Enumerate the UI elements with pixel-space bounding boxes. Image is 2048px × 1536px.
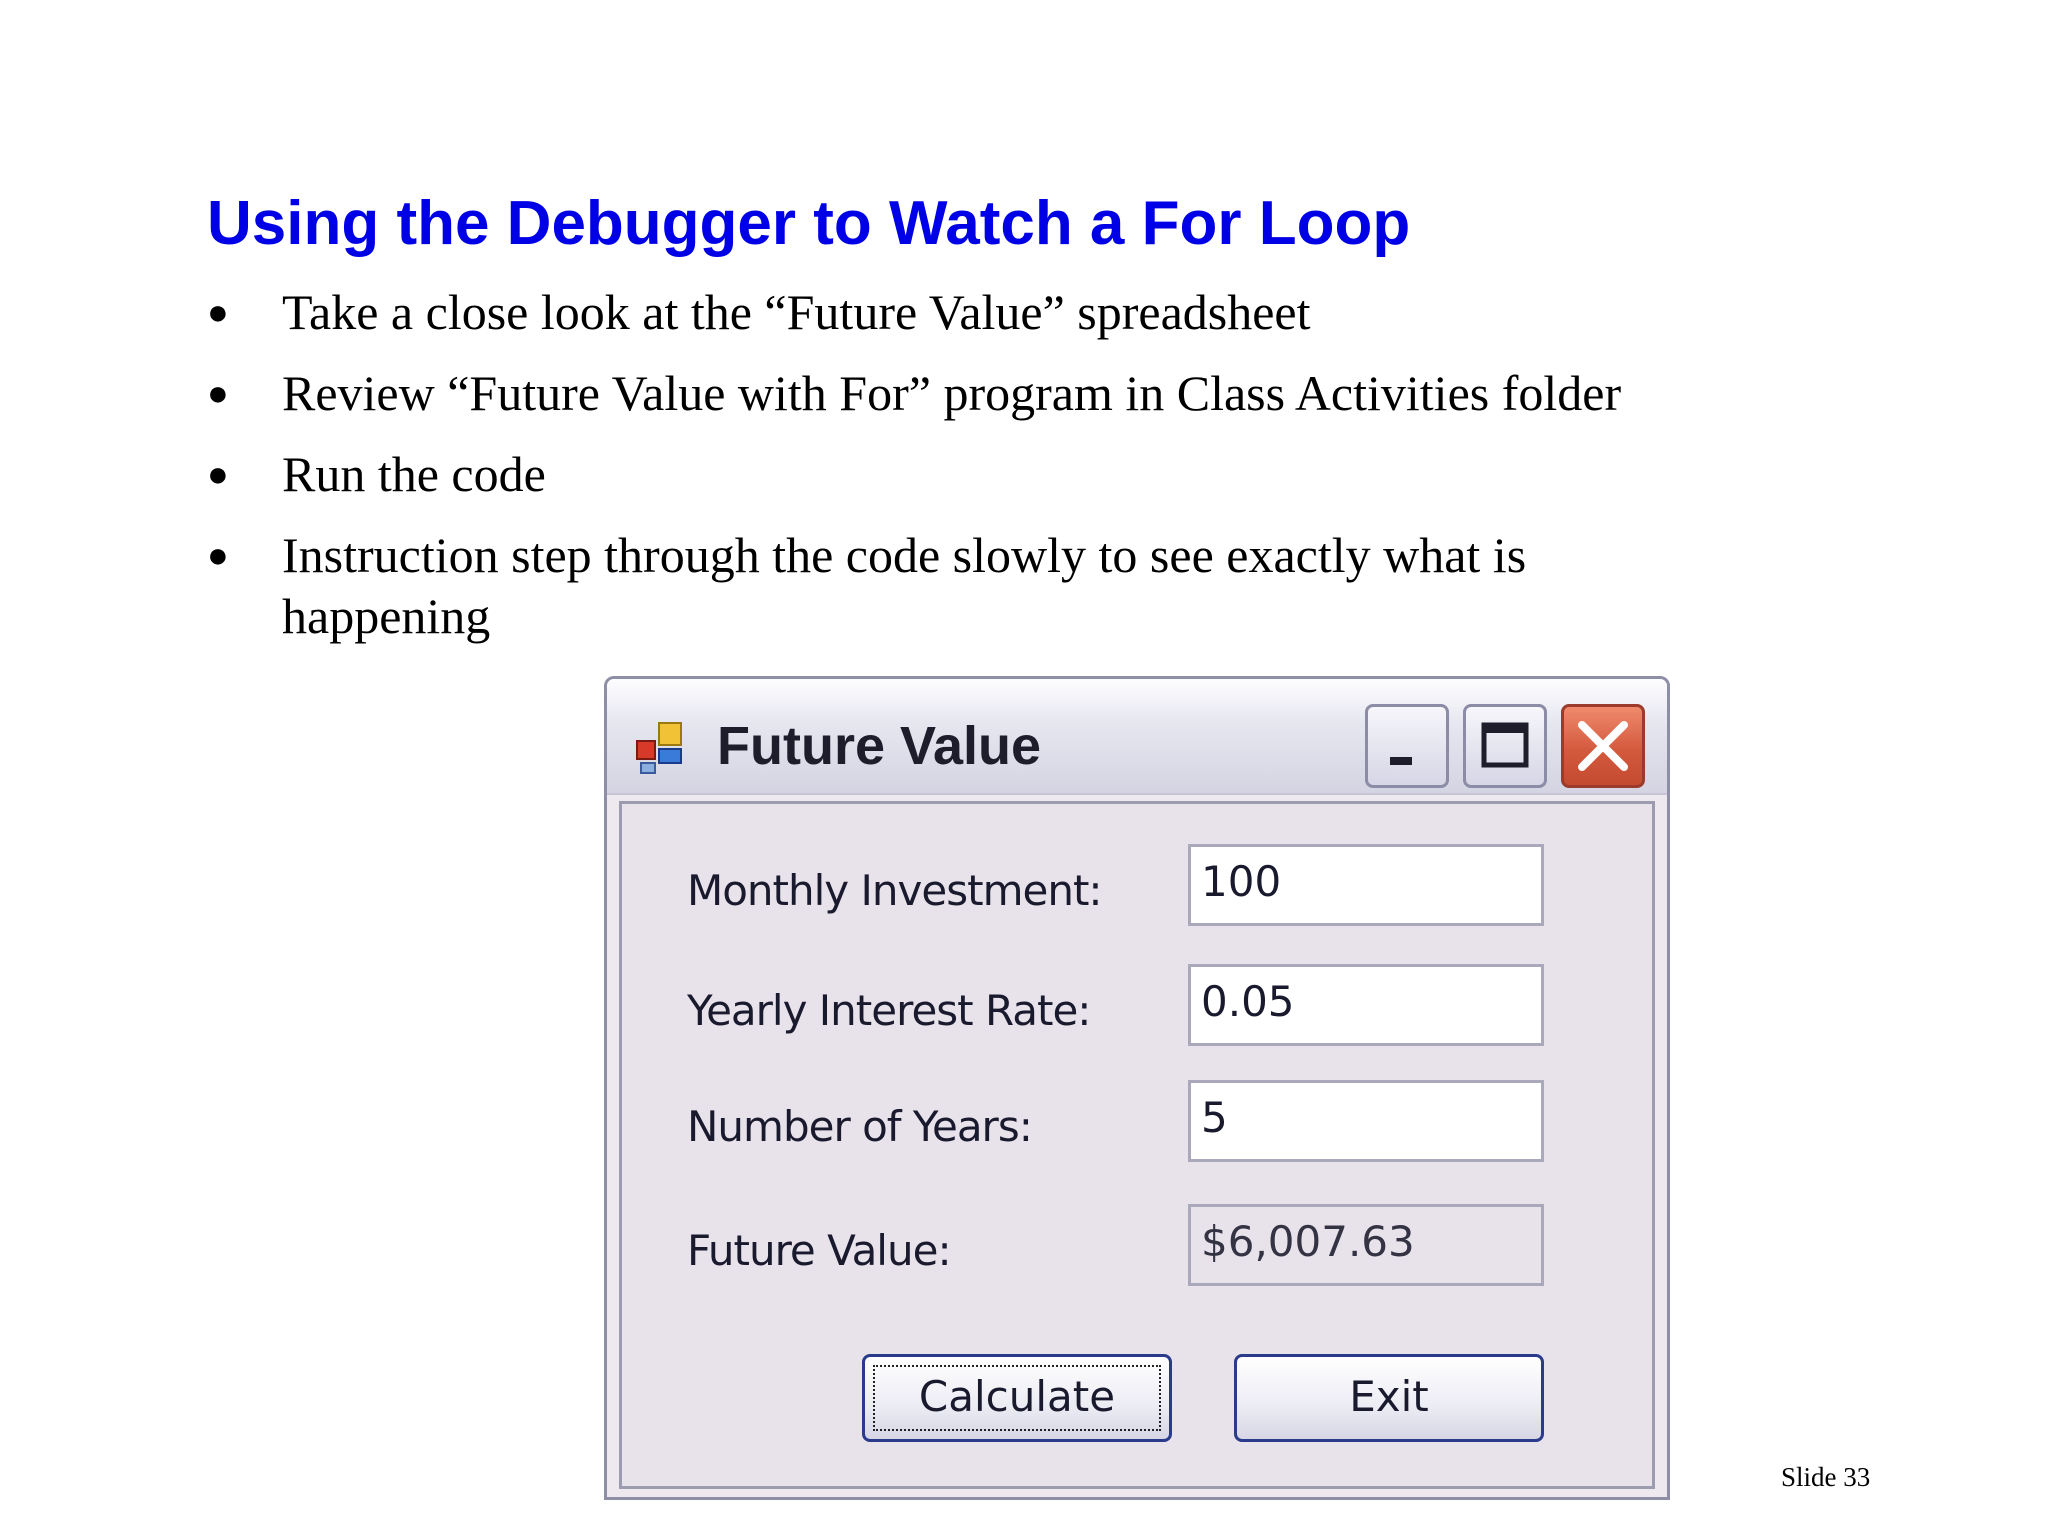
bullet-dot-icon: ● [207, 373, 229, 413]
yearly-interest-rate-input[interactable]: 0.05 [1188, 964, 1544, 1046]
bullet-item: ● Take a close look at the “Future Value”… [207, 282, 1667, 343]
monthly-investment-input[interactable]: 100 [1188, 844, 1544, 926]
bullet-item: ● Review “Future Value with For” program … [207, 363, 1667, 424]
minimize-icon [1390, 757, 1412, 765]
monthly-investment-label: Monthly Investment: [687, 866, 1103, 915]
bullet-dot-icon: ● [207, 292, 229, 332]
maximize-button[interactable] [1463, 704, 1547, 788]
calculate-button-label: Calculate [918, 1372, 1116, 1421]
slide: Using the Debugger to Watch a For Loop ●… [0, 0, 2048, 1536]
app-form-icon [635, 719, 693, 777]
number-of-years-label: Number of Years: [687, 1102, 1033, 1151]
calculate-button[interactable]: Calculate [862, 1354, 1172, 1442]
slide-number: Slide 33 [1781, 1462, 1871, 1492]
yearly-interest-rate-label: Yearly Interest Rate: [687, 986, 1091, 1035]
window-titlebar[interactable]: Future Value [607, 679, 1667, 795]
bullet-text: Run the code [282, 446, 546, 502]
minimize-button[interactable] [1365, 704, 1449, 788]
window-client-area: Monthly Investment: 100 Yearly Interest … [619, 801, 1655, 1489]
maximize-icon [1481, 722, 1529, 768]
bullet-dot-icon: ● [207, 454, 229, 494]
bullet-text: Review “Future Value with For” program i… [282, 365, 1622, 421]
window-title: Future Value [717, 716, 1042, 776]
future-value-output: $6,007.63 [1188, 1204, 1544, 1286]
close-icon [1578, 721, 1628, 771]
slide-title: Using the Debugger to Watch a For Loop [207, 189, 1411, 258]
future-value-label: Future Value: [687, 1226, 952, 1275]
bullet-text: Take a close look at the “Future Value” … [282, 284, 1311, 340]
number-of-years-input[interactable]: 5 [1188, 1080, 1544, 1162]
exit-button-label: Exit [1349, 1372, 1429, 1421]
bullet-text: Instruction step through the code slowly… [282, 527, 1527, 644]
bullet-list: ● Take a close look at the “Future Value”… [207, 282, 1667, 667]
bullet-dot-icon: ● [207, 535, 229, 575]
future-value-window: Future Value Monthly Investment: 100 Yea… [604, 676, 1670, 1500]
exit-button[interactable]: Exit [1234, 1354, 1544, 1442]
close-button[interactable] [1561, 704, 1645, 788]
bullet-item: ● Run the code [207, 444, 1667, 505]
bullet-item: ● Instruction step through the code slowl… [207, 525, 1667, 647]
